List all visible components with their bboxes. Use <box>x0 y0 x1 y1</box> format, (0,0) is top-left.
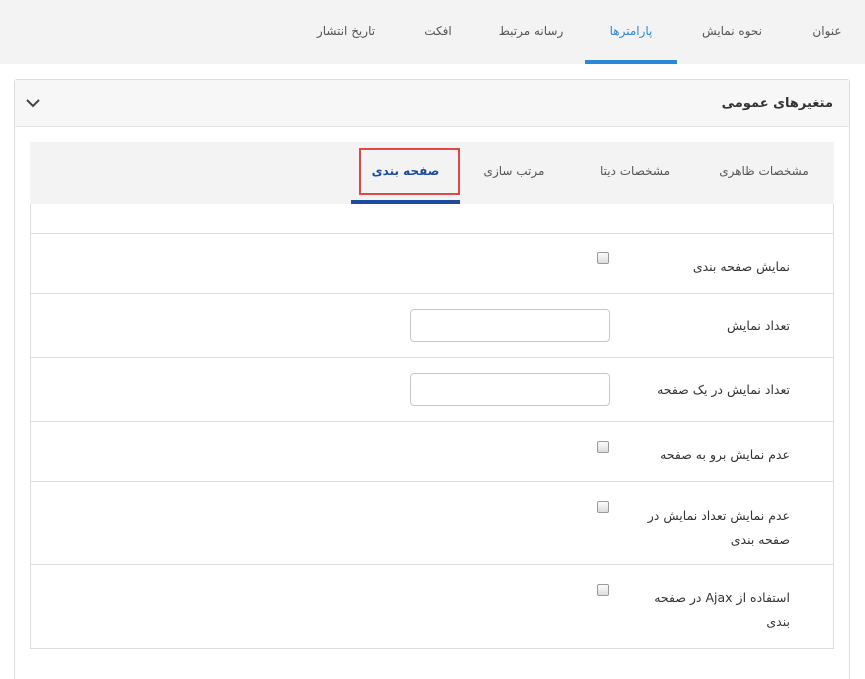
per-page-input[interactable] <box>410 373 610 406</box>
tab-sorting[interactable]: مرتب سازی <box>467 142 561 204</box>
tab-data-specs[interactable]: مشخصات دیتا <box>583 142 687 204</box>
tab-related-media[interactable]: رسانه مرتبط <box>490 0 572 64</box>
tab-appearance[interactable]: مشخصات ظاهری <box>704 142 824 204</box>
tab-parameters[interactable]: پارامترها <box>585 0 677 64</box>
setting-label: عدم نمایش برو به صفحه <box>660 447 790 462</box>
setting-label: تعداد نمایش <box>726 318 790 333</box>
pagination-settings: نمایش صفحه بندی تعداد نمایش تعداد نمایش … <box>30 204 834 649</box>
tab-publish-date[interactable]: تاریخ انتشار <box>300 0 392 64</box>
setting-label: نمایش صفحه بندی <box>692 259 790 274</box>
hide-count-in-pagination-checkbox[interactable] <box>597 501 609 513</box>
setting-row-use-ajax: استفاده از Ajax در صفحه بندی <box>31 564 833 649</box>
panel-header[interactable]: متغیرهای عمومی <box>15 80 849 127</box>
use-ajax-checkbox[interactable] <box>597 584 609 596</box>
setting-row-show-pagination: نمایش صفحه بندی <box>31 233 833 293</box>
panel-title: متغیرهای عمومی <box>721 96 833 111</box>
setting-row-display-count: تعداد نمایش <box>31 293 833 357</box>
display-count-input[interactable] <box>410 309 610 342</box>
setting-row-hide-goto-page: عدم نمایش برو به صفحه <box>31 421 833 481</box>
setting-row-hide-count-in-pagination: عدم نمایش تعداد نمایش در صفحه بندی <box>31 481 833 564</box>
tab-effect[interactable]: افکت <box>410 0 466 64</box>
setting-row-per-page: تعداد نمایش در یک صفحه <box>31 357 833 421</box>
hide-goto-page-checkbox[interactable] <box>597 441 609 453</box>
tab-display-mode[interactable]: نحوه نمایش <box>688 0 776 64</box>
tab-title[interactable]: عنوان <box>798 0 856 64</box>
tab-pagination[interactable]: صفحه بندی <box>351 142 460 204</box>
top-tab-bar: عنوان نحوه نمایش پارامترها رسانه مرتبط ا… <box>0 0 865 64</box>
chevron-down-icon[interactable] <box>25 95 41 111</box>
setting-label: عدم نمایش تعداد نمایش در صفحه بندی <box>647 508 790 547</box>
setting-label: استفاده از Ajax در صفحه بندی <box>654 590 790 629</box>
inner-tab-bar: مشخصات ظاهری مشخصات دیتا مرتب سازی صفحه … <box>30 142 834 204</box>
show-pagination-checkbox[interactable] <box>597 252 609 264</box>
setting-label: تعداد نمایش در یک صفحه <box>657 382 790 397</box>
